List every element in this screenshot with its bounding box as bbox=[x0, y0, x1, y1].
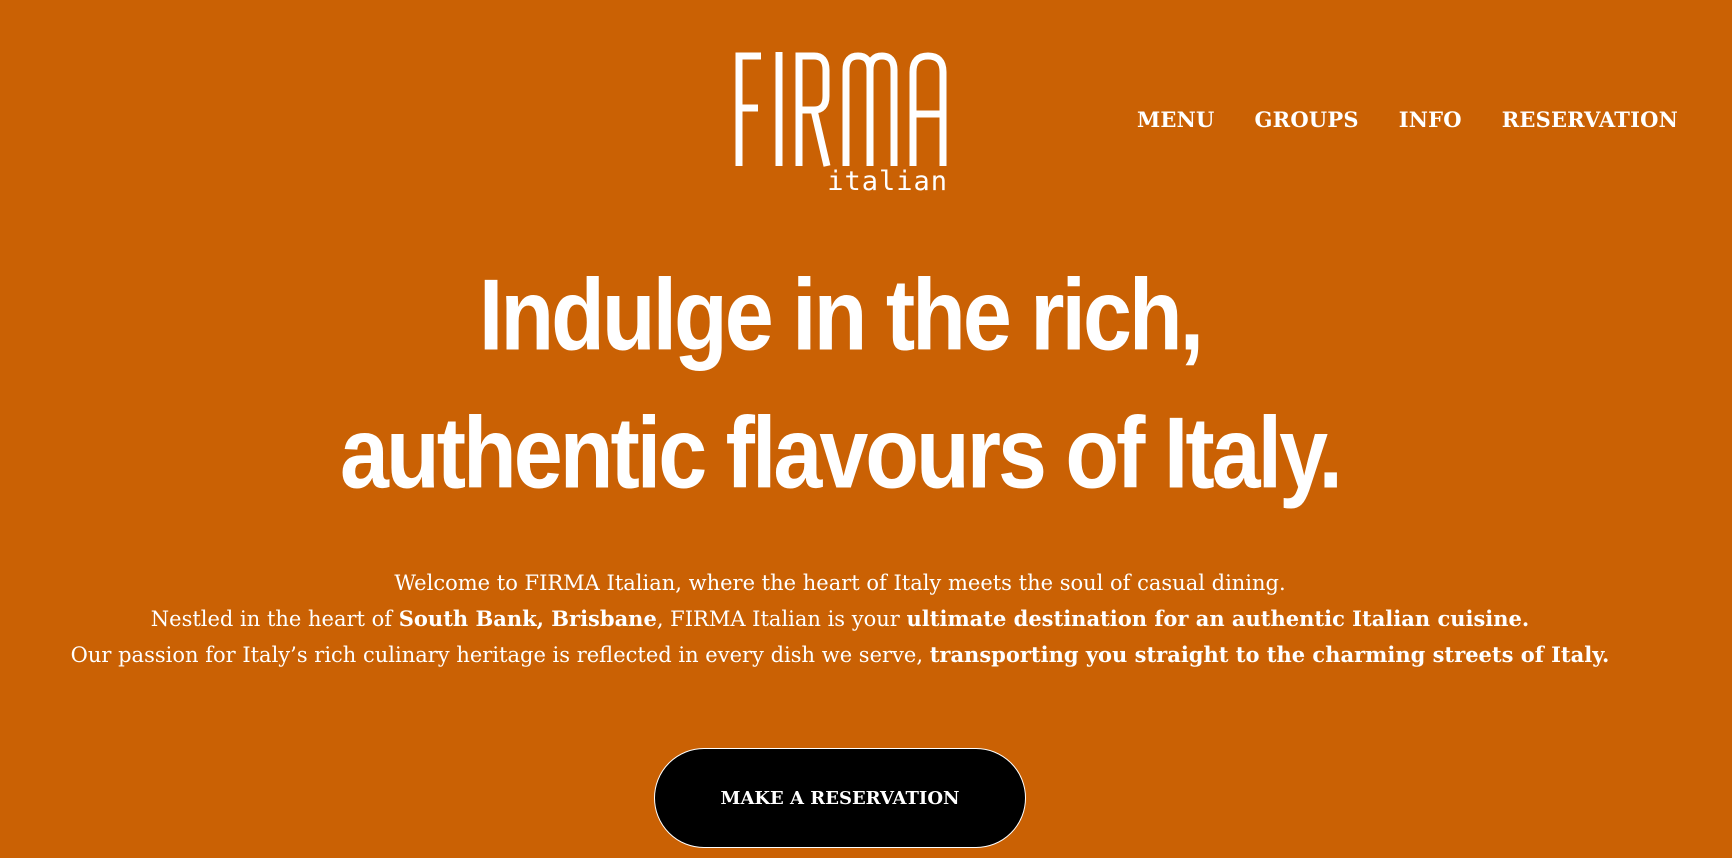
logo-subtitle: italian bbox=[827, 166, 948, 197]
logo-letter-i bbox=[775, 52, 783, 166]
main-navigation: MENU GROUPS INFO RESERVATION bbox=[1137, 105, 1678, 135]
nav-item-info[interactable]: INFO bbox=[1399, 105, 1462, 135]
firma-logo[interactable]: italian bbox=[734, 48, 948, 200]
intro-text: Welcome to FIRMA Italian, where the hear… bbox=[0, 565, 1680, 673]
intro-line-2-text-b: , FIRMA Italian is your bbox=[656, 607, 907, 631]
intro-line-2-text-a: Nestled in the heart of bbox=[150, 607, 399, 631]
intro-location-highlight: South Bank, Brisbane bbox=[398, 606, 657, 631]
hero-headline-line-2: authentic flavours of Italy. bbox=[340, 395, 1343, 510]
intro-destination-highlight: ultimate destination for an authentic It… bbox=[906, 606, 1530, 631]
logo-letter-f bbox=[735, 52, 761, 166]
intro-line-1: Welcome to FIRMA Italian, where the hear… bbox=[394, 571, 1286, 595]
nav-item-menu[interactable]: MENU bbox=[1137, 105, 1215, 135]
intro-line-2: Nestled in the heart of South Bank, Bris… bbox=[0, 601, 1680, 637]
logo-letter-m bbox=[842, 52, 898, 166]
nav-item-reservation[interactable]: RESERVATION bbox=[1502, 105, 1678, 135]
nav-item-groups[interactable]: GROUPS bbox=[1255, 105, 1359, 135]
logo-wordmark bbox=[734, 48, 948, 168]
intro-line-3: Our passion for Italy’s rich culinary he… bbox=[0, 637, 1680, 673]
intro-streets-highlight: transporting you straight to the charmin… bbox=[929, 642, 1610, 667]
hero-headline: Indulge in the rich, authentic flavours … bbox=[0, 246, 1680, 522]
intro-line-3-text-a: Our passion for Italy’s rich culinary he… bbox=[70, 643, 930, 667]
logo-letter-a bbox=[909, 52, 947, 166]
hero-headline-line-1: Indulge in the rich, bbox=[478, 257, 1204, 372]
make-reservation-button[interactable]: MAKE A RESERVATION bbox=[654, 748, 1026, 848]
logo-letter-r bbox=[795, 52, 831, 167]
